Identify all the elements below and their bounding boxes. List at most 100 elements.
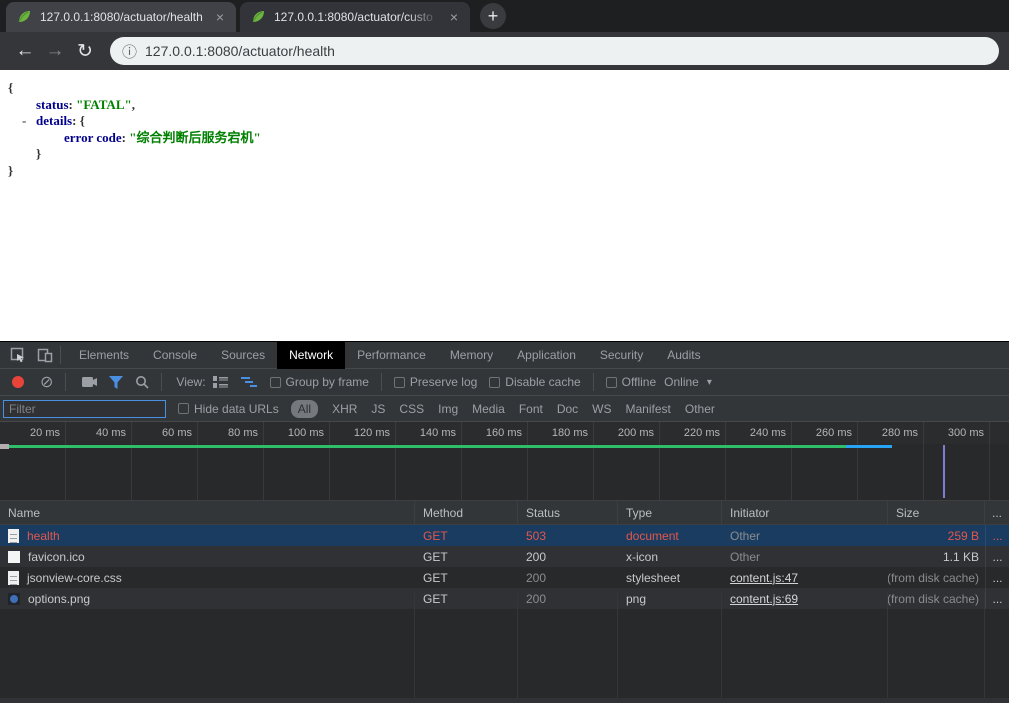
request-initiator: Other bbox=[722, 525, 888, 546]
ruler-tick: 220 ms bbox=[660, 422, 726, 444]
column-header-method[interactable]: Method bbox=[415, 501, 518, 524]
ruler-tick: 40 ms bbox=[66, 422, 132, 444]
json-brace: } bbox=[36, 146, 41, 161]
request-initiator: Other bbox=[722, 546, 888, 567]
chevron-down-icon[interactable]: ▾ bbox=[707, 377, 712, 388]
waterfall-overview-icon[interactable] bbox=[240, 373, 258, 391]
devtools-tab-elements[interactable]: Elements bbox=[67, 342, 141, 369]
filter-type-img[interactable]: Img bbox=[438, 402, 458, 416]
load-event-line bbox=[943, 445, 945, 498]
back-icon[interactable]: ← bbox=[10, 40, 40, 62]
request-method: GET bbox=[415, 567, 518, 588]
devtools-tab-performance[interactable]: Performance bbox=[345, 342, 438, 369]
filter-funnel-icon[interactable] bbox=[107, 373, 125, 391]
filter-type-other[interactable]: Other bbox=[685, 402, 715, 416]
device-toolbar-icon[interactable] bbox=[36, 346, 54, 364]
filter-type-all[interactable]: All bbox=[291, 400, 318, 418]
json-line: error code: "综合判断后服务宕机" bbox=[8, 130, 1009, 147]
filter-type-css[interactable]: CSS bbox=[399, 402, 424, 416]
request-status: 200 bbox=[518, 546, 618, 567]
divider bbox=[381, 373, 382, 391]
spring-leaf-icon bbox=[16, 9, 32, 25]
tab-title: 127.0.0.1:8080/actuator/health bbox=[40, 10, 206, 24]
filter-input[interactable] bbox=[3, 400, 166, 418]
column-header-size[interactable]: Size bbox=[888, 501, 985, 524]
row-overflow-indicator: ... bbox=[985, 567, 1009, 588]
disable-cache-checkbox[interactable] bbox=[489, 377, 500, 388]
ruler-tick: 300 ms bbox=[924, 422, 990, 444]
search-icon[interactable] bbox=[133, 373, 151, 391]
filter-type-media[interactable]: Media bbox=[472, 402, 505, 416]
image-icon bbox=[8, 551, 20, 563]
table-row-health[interactable]: health GET 503 document Other 259 B ... bbox=[0, 525, 1009, 546]
group-by-frame-checkbox[interactable] bbox=[270, 377, 281, 388]
divider bbox=[60, 346, 61, 364]
request-status: 503 bbox=[518, 525, 618, 546]
divider bbox=[65, 373, 66, 391]
horizontal-scrollbar-track[interactable] bbox=[0, 698, 1009, 703]
url-text[interactable]: 127.0.0.1:8080/actuator/health bbox=[145, 43, 335, 59]
close-icon[interactable]: × bbox=[214, 10, 226, 24]
devtools-tab-security[interactable]: Security bbox=[588, 342, 655, 369]
document-icon bbox=[8, 571, 19, 585]
collapse-toggle-icon[interactable]: - bbox=[22, 113, 26, 130]
column-header-type[interactable]: Type bbox=[618, 501, 722, 524]
devtools-tab-console[interactable]: Console bbox=[141, 342, 209, 369]
json-value: "FATAL" bbox=[76, 97, 132, 112]
json-brace: } bbox=[8, 163, 13, 178]
preserve-log-checkbox[interactable] bbox=[394, 377, 405, 388]
filter-type-font[interactable]: Font bbox=[519, 402, 543, 416]
page-content-json-view: { status: "FATAL", -details: { error cod… bbox=[0, 70, 1009, 341]
json-key: status bbox=[36, 97, 69, 112]
table-row-favicon[interactable]: favicon.ico GET 200 x-icon Other 1.1 KB … bbox=[0, 546, 1009, 567]
request-size: (from disk cache) bbox=[888, 567, 985, 588]
clear-icon[interactable]: ⊘ bbox=[40, 372, 53, 392]
initiator-link[interactable]: content.js:47 bbox=[730, 571, 798, 585]
forward-icon[interactable]: → bbox=[40, 40, 70, 62]
browser-tab-custom[interactable]: 127.0.0.1:8080/actuator/custo × bbox=[240, 2, 470, 32]
preserve-log-label: Preserve log bbox=[410, 375, 477, 389]
offline-checkbox[interactable] bbox=[606, 377, 617, 388]
request-name: favicon.ico bbox=[28, 550, 85, 564]
throttling-select[interactable]: Online bbox=[664, 375, 699, 389]
column-header-initiator[interactable]: Initiator bbox=[722, 501, 888, 524]
reload-icon[interactable]: ↻ bbox=[70, 40, 100, 63]
request-status: 200 bbox=[518, 567, 618, 588]
new-tab-button[interactable]: + bbox=[480, 3, 506, 29]
filter-type-doc[interactable]: Doc bbox=[557, 402, 578, 416]
screenshot-capture-icon[interactable] bbox=[81, 373, 99, 391]
filter-type-ws[interactable]: WS bbox=[592, 402, 611, 416]
filter-type-xhr[interactable]: XHR bbox=[332, 402, 357, 416]
record-button[interactable] bbox=[12, 376, 24, 388]
info-icon[interactable]: ⓘ bbox=[122, 41, 137, 62]
disable-cache-label: Disable cache bbox=[505, 375, 580, 389]
devtools-tab-memory[interactable]: Memory bbox=[438, 342, 505, 369]
tab-strip: 127.0.0.1:8080/actuator/health × 127.0.0… bbox=[0, 0, 1009, 32]
close-icon[interactable]: × bbox=[448, 10, 460, 24]
address-bar[interactable]: ⓘ 127.0.0.1:8080/actuator/health bbox=[110, 37, 999, 65]
ruler-tick: 160 ms bbox=[462, 422, 528, 444]
column-header-name[interactable]: Name bbox=[0, 501, 415, 524]
filter-type-js[interactable]: JS bbox=[371, 402, 385, 416]
devtools-tab-application[interactable]: Application bbox=[505, 342, 588, 369]
devtools-tab-sources[interactable]: Sources bbox=[209, 342, 277, 369]
devtools-tab-network[interactable]: Network bbox=[277, 342, 345, 369]
column-header-more[interactable]: ... bbox=[985, 501, 1009, 524]
browser-tab-health[interactable]: 127.0.0.1:8080/actuator/health × bbox=[6, 2, 236, 32]
request-name: jsonview-core.css bbox=[27, 571, 122, 585]
document-icon bbox=[8, 529, 19, 543]
row-overflow-indicator: ... bbox=[985, 546, 1009, 567]
hide-data-urls-checkbox[interactable] bbox=[178, 403, 189, 414]
network-overview-pane[interactable] bbox=[0, 444, 1009, 501]
navigation-toolbar: ← → ↻ ⓘ 127.0.0.1:8080/actuator/health bbox=[0, 32, 1009, 70]
inspect-element-icon[interactable] bbox=[9, 346, 27, 364]
hide-data-urls-label: Hide data URLs bbox=[194, 402, 279, 416]
json-key: details bbox=[36, 113, 72, 128]
devtools-tab-audits[interactable]: Audits bbox=[655, 342, 712, 369]
filter-type-manifest[interactable]: Manifest bbox=[626, 402, 671, 416]
view-list-icon[interactable] bbox=[212, 373, 230, 391]
ruler-tick: 60 ms bbox=[132, 422, 198, 444]
column-header-status[interactable]: Status bbox=[518, 501, 618, 524]
table-row-jsonview-css[interactable]: jsonview-core.css GET 200 stylesheet con… bbox=[0, 567, 1009, 588]
ruler-tick: 180 ms bbox=[528, 422, 594, 444]
